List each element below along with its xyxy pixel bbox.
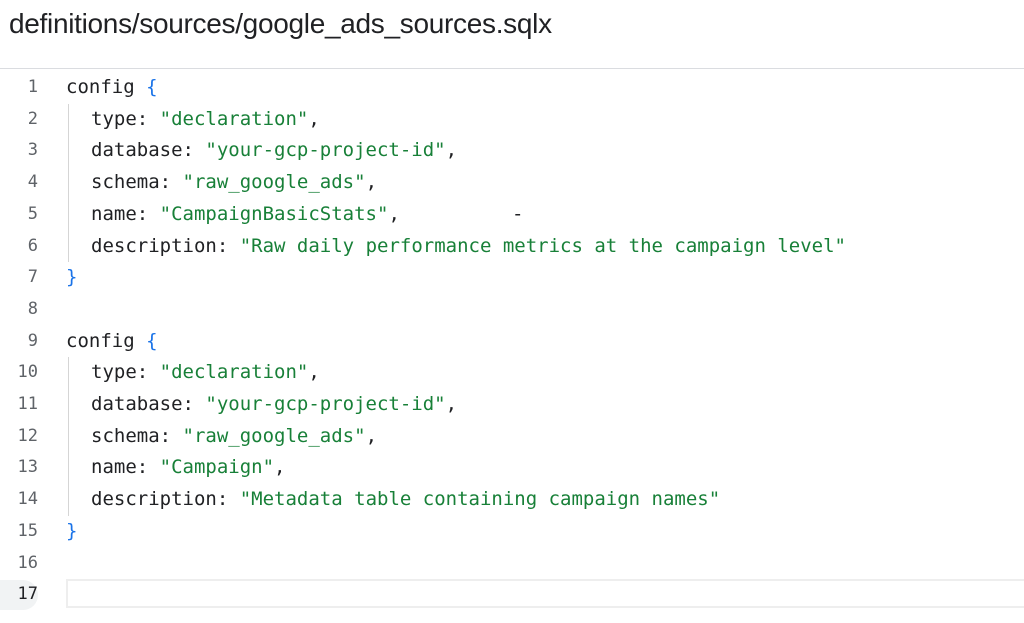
code-text: description: "Raw daily performance metr…: [91, 234, 846, 257]
code-text: description: "Metadata table containing …: [91, 488, 721, 511]
field-key: database: [91, 139, 183, 162]
code-line[interactable]: 3 database: "your-gcp-project-id",: [0, 135, 1024, 167]
line-number: 12: [17, 425, 38, 446]
code-text: name: "CampaignBasicStats",: [91, 202, 400, 225]
config-keyword: config: [66, 329, 135, 352]
line-number: 11: [17, 394, 38, 414]
field-value: "CampaignBasicStats": [159, 202, 389, 225]
field-key: database: [91, 393, 183, 415]
code-line[interactable]: 5 name: "CampaignBasicStats", -: [0, 199, 1024, 231]
code-text: }: [66, 262, 77, 294]
code-line[interactable]: 10 type: "declaration",: [0, 357, 1024, 389]
code-line-active[interactable]: 17: [0, 579, 1024, 611]
line-number: 15: [17, 520, 38, 541]
field-value: "raw_google_ads": [182, 424, 366, 447]
line-number: 1: [27, 77, 38, 97]
code-text: config {: [66, 326, 158, 358]
code-text: type: "declaration",: [91, 361, 320, 384]
stray-dash-char: -: [512, 202, 524, 225]
line-number-active: 17: [17, 584, 38, 605]
line-number: 6: [27, 235, 38, 256]
code-line[interactable]: 15 }: [0, 516, 1024, 548]
field-trail: ,: [388, 202, 400, 225]
line-number: 2: [27, 108, 38, 129]
field-value: "raw_google_ads": [182, 171, 366, 194]
code-text: schema: "raw_google_ads",: [91, 424, 378, 447]
code-line[interactable]: 16: [0, 548, 1024, 580]
field-key: name: [91, 456, 137, 479]
field-trail: ,: [274, 456, 286, 479]
field-value: "your-gcp-project-id": [205, 139, 446, 162]
line-number: 14: [17, 489, 38, 510]
field-trail: ,: [445, 393, 458, 415]
field-trail: ,: [365, 171, 378, 194]
code-line[interactable]: 4 schema: "raw_google_ads",: [0, 167, 1024, 199]
close-brace: }: [66, 519, 78, 542]
code-line[interactable]: 12 schema: "raw_google_ads",: [0, 421, 1024, 453]
field-trail: ,: [308, 361, 320, 384]
field-value: "Campaign": [159, 456, 275, 479]
field-value: "Metadata table containing campaign name…: [239, 488, 721, 511]
code-text: config {: [66, 72, 158, 104]
close-brace: }: [66, 266, 78, 289]
file-title-bar: definitions/sources/google_ads_sources.s…: [0, 0, 1024, 69]
field-key: description: [91, 234, 217, 257]
code-text: schema: "raw_google_ads",: [91, 171, 378, 194]
code-line[interactable]: 7 }: [0, 262, 1024, 294]
code-text: type: "declaration",: [91, 107, 320, 130]
field-value: "Raw daily performance metrics at the ca…: [239, 234, 846, 257]
line-number: 9: [27, 330, 38, 351]
field-key: schema: [91, 171, 160, 194]
field-value: "declaration": [159, 361, 309, 384]
field-trail: ,: [308, 107, 320, 130]
code-line[interactable]: 6 description: "Raw daily performance me…: [0, 231, 1024, 263]
code-editor[interactable]: 1 config { 2 type: "declaration", 3 data…: [0, 72, 1024, 623]
field-key: schema: [91, 424, 160, 447]
field-key: type: [91, 361, 137, 384]
field-value: "declaration": [159, 107, 309, 130]
code-line[interactable]: 9 config {: [0, 326, 1024, 358]
code-line[interactable]: 2 type: "declaration",: [0, 104, 1024, 136]
config-keyword: config: [66, 76, 135, 98]
code-text: database: "your-gcp-project-id",: [91, 393, 458, 415]
field-key: name: [91, 202, 137, 225]
field-trail: ,: [445, 139, 458, 162]
field-key: description: [91, 488, 217, 511]
file-path-title: definitions/sources/google_ads_sources.s…: [9, 8, 552, 39]
code-line[interactable]: 11 database: "your-gcp-project-id",: [0, 389, 1024, 421]
field-value: "your-gcp-project-id": [205, 393, 446, 415]
code-line[interactable]: 8: [0, 294, 1024, 326]
field-key: type: [91, 107, 137, 130]
code-text: }: [66, 516, 77, 548]
code-line[interactable]: 13 name: "Campaign",: [0, 452, 1024, 484]
line-number: 7: [27, 267, 38, 288]
line-number: 10: [17, 362, 38, 383]
line-number: 8: [27, 298, 38, 319]
code-line[interactable]: 1 config {: [0, 72, 1024, 104]
code-text: name: "Campaign",: [91, 456, 286, 479]
open-brace: {: [146, 329, 158, 352]
line-number: 13: [17, 457, 38, 478]
code-line[interactable]: 14 description: "Metadata table containi…: [0, 484, 1024, 516]
code-text: database: "your-gcp-project-id",: [91, 139, 458, 162]
line-number: 3: [27, 140, 38, 161]
open-brace: {: [146, 76, 158, 98]
line-number: 5: [27, 203, 38, 224]
field-trail: ,: [365, 424, 378, 447]
line-number: 4: [27, 172, 38, 193]
line-number: 16: [17, 552, 38, 573]
